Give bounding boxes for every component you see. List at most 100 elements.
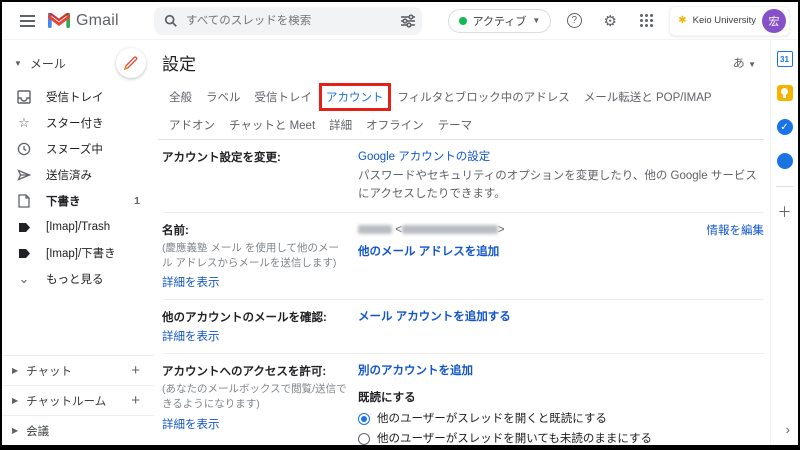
sidebar-section-meet[interactable]: ▶ 会議 xyxy=(2,415,154,445)
sidebar-section-mail[interactable]: メール xyxy=(30,55,66,72)
plus-icon: ＋ xyxy=(778,202,792,222)
calendar-icon: 31 xyxy=(777,51,793,67)
sidebar-item-imap-drafts[interactable]: [Imap]/下書き xyxy=(2,240,154,266)
add-room-button[interactable]: + xyxy=(131,392,140,409)
sidebar-item-label: スター付き xyxy=(46,115,104,131)
search-icon xyxy=(164,14,178,28)
radio-option[interactable]: 他のユーザーがスレッドを開いても未読のままにする xyxy=(358,431,764,445)
search-input[interactable] xyxy=(186,15,400,27)
status-label: アクティブ xyxy=(473,13,527,29)
sidebar-item-label: もっと見る xyxy=(46,271,104,287)
chevron-right-icon: ▶ xyxy=(12,396,18,405)
get-addons-button[interactable]: ＋ xyxy=(776,203,794,221)
gmail-wordmark: Gmail xyxy=(76,12,119,30)
edit-info-link[interactable]: 情報を編集 xyxy=(707,225,765,237)
radio-label: 他のユーザーがスレッドを開くと既読にする xyxy=(377,411,607,428)
tasks-button[interactable]: ✓ xyxy=(776,118,794,136)
tasks-icon: ✓ xyxy=(777,119,793,135)
tab-inbox[interactable]: 受信トレイ xyxy=(248,83,320,111)
chevron-right-icon: ▶ xyxy=(12,426,18,435)
clock-icon xyxy=(16,141,32,157)
calendar-button[interactable]: 31 xyxy=(776,50,794,68)
inbox-icon xyxy=(16,89,32,105)
tab-offline[interactable]: オフライン xyxy=(359,111,431,139)
tab-addons[interactable]: アドオン xyxy=(162,111,222,139)
row-label: アカウントへのアクセスを許可: xyxy=(162,366,326,378)
sidebar-item-label: [Imap]/下書き xyxy=(46,245,116,261)
settings-gear-button[interactable]: ⚙ xyxy=(597,8,623,34)
tab-accounts-highlighted[interactable]: アカウント xyxy=(319,83,391,111)
sidebar-item-drafts[interactable]: 下書き 1 xyxy=(2,188,154,214)
row-description: パスワードやセキュリティのオプションを変更したり、他の Google サービスに… xyxy=(358,168,764,203)
page-title: 設定 xyxy=(162,50,196,75)
collapse-side-panel-chevron[interactable]: › xyxy=(786,422,790,437)
row-change-account-settings: アカウント設定を変更: Google アカウントの設定 パスワードやセキュリティ… xyxy=(162,140,764,213)
left-sidebar: ▼ メール 受信トレイ ☆ スター付き スヌーズ中 送信済み xyxy=(2,40,154,445)
tab-labels[interactable]: ラベル xyxy=(199,83,248,111)
apps-grid-button[interactable] xyxy=(633,8,659,34)
input-tools-selector[interactable]: あ ▼ xyxy=(733,54,756,71)
search-box[interactable] xyxy=(154,7,422,35)
add-another-account-link[interactable]: 別のアカウントを追加 xyxy=(358,365,473,377)
side-panel: 31 ✓ 👤 ＋ xyxy=(770,40,798,445)
row-label: アカウント設定を変更: xyxy=(162,152,281,164)
status-selector[interactable]: アクティブ ▼ xyxy=(448,9,552,33)
sidebar-item-sent[interactable]: 送信済み xyxy=(2,162,154,188)
avatar[interactable]: 宏 xyxy=(762,9,786,33)
send-icon xyxy=(16,167,32,183)
sidebar-item-inbox[interactable]: 受信トレイ xyxy=(2,84,154,110)
row-name: 名前: (慶應義塾 メール を使用して他のメール アドレスからメールを送信します… xyxy=(162,213,764,300)
row-grant-access: アカウントへのアクセスを許可: (あなたのメールボックスで閲覧/送信できるように… xyxy=(162,354,764,445)
org-name: Keio University xyxy=(693,15,756,26)
row-label: 名前: xyxy=(162,225,189,237)
sidebar-section-chat[interactable]: ▶ チャット + xyxy=(2,355,154,385)
row-check-other-accounts: 他のアカウントのメールを確認: 詳細を表示 メール アカウントを追加する xyxy=(162,300,764,354)
show-details-link[interactable]: 詳細を表示 xyxy=(162,331,220,343)
help-button[interactable]: ? xyxy=(561,8,587,34)
sidebar-item-snoozed[interactable]: スヌーズ中 xyxy=(2,136,154,162)
add-email-address-link[interactable]: 他のメール アドレスを追加 xyxy=(358,246,499,258)
account-chip[interactable]: ✱ Keio University 宏 xyxy=(669,6,790,36)
contacts-icon: 👤 xyxy=(777,153,793,169)
tab-filters[interactable]: フィルタとブロック中のアドレス xyxy=(391,83,577,111)
radio-selected-icon[interactable] xyxy=(358,413,370,425)
chevron-down-icon[interactable]: ▼ xyxy=(14,59,22,68)
tab-themes[interactable]: テーマ xyxy=(431,111,480,139)
chevron-right-icon: ▶ xyxy=(12,366,18,375)
redacted-name xyxy=(358,225,392,234)
tab-advanced[interactable]: 詳細 xyxy=(322,111,359,139)
sidebar-item-starred[interactable]: ☆ スター付き xyxy=(2,110,154,136)
compose-button[interactable] xyxy=(116,48,146,78)
sidebar-section-label: チャットルーム xyxy=(26,393,106,409)
radio-label: 他のユーザーがスレッドを開いても未読のままにする xyxy=(377,431,652,445)
sidebar-section-rooms[interactable]: ▶ チャットルーム + xyxy=(2,385,154,415)
help-icon: ? xyxy=(567,13,582,28)
google-account-settings-link[interactable]: Google アカウントの設定 xyxy=(358,151,490,163)
contacts-button[interactable]: 👤 xyxy=(776,152,794,170)
keep-icon xyxy=(777,85,793,101)
add-mail-account-link[interactable]: メール アカウントを追加する xyxy=(358,311,511,323)
add-chat-button[interactable]: + xyxy=(131,362,140,379)
sidebar-item-label: [Imap]/Trash xyxy=(46,221,110,233)
tab-general[interactable]: 全般 xyxy=(162,83,199,111)
hamburger-menu-icon[interactable] xyxy=(12,6,42,36)
search-options-icon[interactable] xyxy=(400,14,416,28)
keep-button[interactable] xyxy=(776,84,794,102)
show-details-link[interactable]: 詳細を表示 xyxy=(162,277,220,289)
redacted-email xyxy=(402,225,498,234)
label-icon xyxy=(16,219,32,235)
gmail-m-icon xyxy=(48,12,70,29)
radio-option[interactable]: 他のユーザーがスレッドを開くと既読にする xyxy=(358,411,764,428)
show-details-link[interactable]: 詳細を表示 xyxy=(162,419,220,431)
tab-chat-meet[interactable]: チャットと Meet xyxy=(222,111,322,139)
tab-forwarding[interactable]: メール転送と POP/IMAP xyxy=(577,83,719,111)
radio-unselected-icon[interactable] xyxy=(358,433,370,445)
mark-as-read-group-title: 既読にする xyxy=(358,390,764,407)
sidebar-section-label: チャット xyxy=(26,363,72,379)
gmail-logo[interactable]: Gmail xyxy=(48,12,140,30)
sidebar-item-imap-trash[interactable]: [Imap]/Trash xyxy=(2,214,154,240)
sidebar-item-more[interactable]: ⌄ もっと見る xyxy=(2,266,154,292)
top-bar: Gmail アクティブ ▼ ? ⚙ ✱ Keio University 宏 xyxy=(2,2,798,40)
row-sublabel: (慶應義塾 メール を使用して他のメール アドレスからメールを送信します) xyxy=(162,241,348,271)
active-status-dot xyxy=(459,17,467,25)
